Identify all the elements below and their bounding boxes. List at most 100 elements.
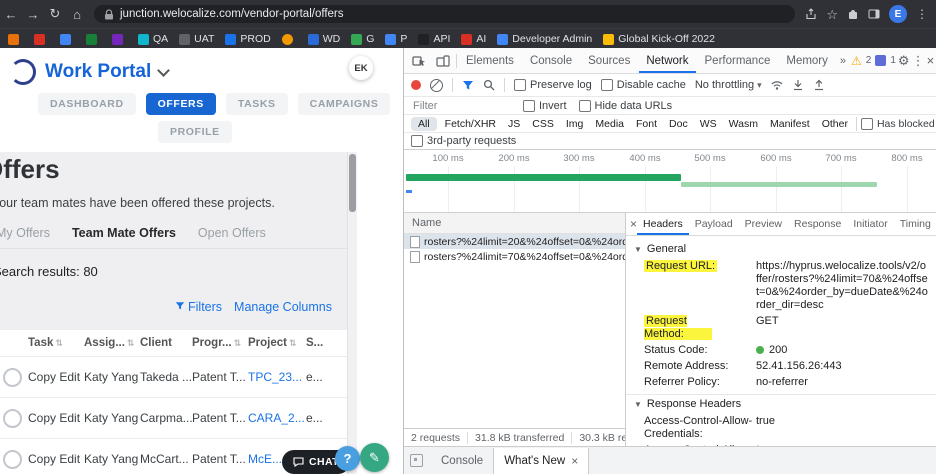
network-conditions-icon[interactable] xyxy=(771,79,783,91)
close-details-icon[interactable]: × xyxy=(630,217,637,231)
filter-chip[interactable]: Img xyxy=(562,117,588,131)
bookmark-item-wd[interactable]: WD xyxy=(307,33,340,45)
more-tabs-icon[interactable]: » xyxy=(837,55,849,67)
share-icon[interactable] xyxy=(805,8,817,20)
devtools-menu-icon[interactable]: ⋮ xyxy=(912,53,925,69)
bookmark-item[interactable] xyxy=(86,33,101,45)
tab-team-mate-offers[interactable]: Team Mate Offers xyxy=(72,222,176,248)
filter-chip[interactable]: WS xyxy=(696,117,721,131)
filter-chip[interactable]: Fetch/XHR xyxy=(441,117,500,131)
checkbox[interactable] xyxy=(514,79,526,91)
filter-chip-all[interactable]: All xyxy=(411,116,437,131)
checkbox[interactable] xyxy=(860,117,873,130)
inspect-element-icon[interactable] xyxy=(408,54,430,67)
bookmark-item[interactable] xyxy=(112,33,127,45)
forward-icon[interactable]: → xyxy=(22,7,44,22)
tab-open-offers[interactable]: Open Offers xyxy=(198,222,266,248)
issues-icon[interactable] xyxy=(875,55,887,66)
bookmark-item-uat[interactable]: UAT xyxy=(179,33,214,45)
filter-chip[interactable]: Media xyxy=(591,117,628,131)
bookmark-item-g[interactable]: G xyxy=(351,33,374,45)
help-button[interactable]: ? xyxy=(335,446,360,471)
compose-button[interactable]: ✎ xyxy=(360,443,389,472)
clear-icon[interactable] xyxy=(430,78,443,92)
scrollbar-thumb[interactable] xyxy=(349,154,356,212)
project-link[interactable]: CARA_2... xyxy=(248,411,306,425)
filter-chip[interactable]: Doc xyxy=(665,117,692,131)
tab-response[interactable]: Response xyxy=(788,214,847,235)
sort-icon[interactable]: ⇅ xyxy=(127,338,135,348)
side-panel-icon[interactable] xyxy=(868,8,880,20)
close-tab-icon[interactable]: × xyxy=(571,448,578,474)
import-har-icon[interactable] xyxy=(792,79,804,91)
tab-performance[interactable]: Performance xyxy=(698,49,778,73)
table-row[interactable]: Copy Edit Katy Yang Carpma... Patent T..… xyxy=(0,398,347,439)
filter-chip[interactable]: Other xyxy=(818,117,852,131)
profile-avatar[interactable]: E xyxy=(889,5,907,23)
tab-console[interactable]: Console xyxy=(523,49,579,73)
warning-icon[interactable]: ⚠ xyxy=(851,54,862,68)
tab-network[interactable]: Network xyxy=(639,49,695,73)
project-link[interactable]: TPC_23... xyxy=(248,370,306,384)
chevron-down-icon[interactable] xyxy=(157,63,171,77)
filter-chip[interactable]: JS xyxy=(504,117,524,131)
col-status[interactable]: S... xyxy=(306,337,347,349)
extensions-icon[interactable] xyxy=(847,8,859,20)
bookmark-item-global-kickoff[interactable]: Global Kick-Off 2022 xyxy=(603,33,715,45)
url-bar[interactable]: junction.welocalize.com/vendor-portal/of… xyxy=(94,5,796,23)
tab-initiator[interactable]: Initiator xyxy=(847,214,893,235)
filter-chip[interactable]: Font xyxy=(632,117,661,131)
nav-profile[interactable]: PROFILE xyxy=(158,121,232,143)
tab-my-offers[interactable]: My Offers xyxy=(0,222,50,248)
user-avatar[interactable]: EK xyxy=(349,56,373,80)
throttling-dropdown[interactable]: No throttling ▾ xyxy=(695,79,762,91)
nav-campaigns[interactable]: CAMPAIGNS xyxy=(297,93,391,115)
devtools-close-icon[interactable]: × xyxy=(927,53,935,68)
bookmark-item[interactable] xyxy=(60,33,75,45)
drawer-icon[interactable] xyxy=(410,454,423,467)
hide-data-urls-checkbox[interactable]: Hide data URLs xyxy=(578,99,672,112)
sort-icon[interactable]: ⇅ xyxy=(289,338,297,348)
record-button[interactable] xyxy=(411,80,421,90)
filter-icon[interactable] xyxy=(462,80,474,91)
has-blocked-cookies-checkbox[interactable]: Has blocked cookies xyxy=(860,117,936,130)
page-scrollbar[interactable] xyxy=(347,152,357,474)
sort-icon[interactable]: ⇅ xyxy=(234,338,242,348)
filter-chip[interactable]: Manifest xyxy=(766,117,814,131)
sort-icon[interactable]: ⇅ xyxy=(55,338,63,348)
manage-columns-button[interactable]: Manage Columns xyxy=(234,300,332,314)
response-headers-section-header[interactable]: ▼ Response Headers xyxy=(626,394,936,413)
col-project[interactable]: Project ⇅ xyxy=(248,337,306,349)
tab-payload[interactable]: Payload xyxy=(689,214,739,235)
name-column-header[interactable]: Name xyxy=(404,213,625,234)
bookmark-star-icon[interactable]: ☆ xyxy=(826,8,838,21)
tab-sources[interactable]: Sources xyxy=(581,49,637,73)
checkbox[interactable] xyxy=(411,135,423,147)
col-client[interactable]: Client xyxy=(140,337,192,349)
drawer-tab-whats-new[interactable]: What's New × xyxy=(493,447,590,474)
nav-tasks[interactable]: TASKS xyxy=(225,93,288,115)
tab-elements[interactable]: Elements xyxy=(459,49,521,73)
drawer-tab-console[interactable]: Console xyxy=(431,448,493,474)
nav-dashboard[interactable]: DASHBOARD xyxy=(38,93,136,115)
tab-timing[interactable]: Timing xyxy=(894,214,936,235)
checkbox[interactable] xyxy=(578,99,591,112)
export-har-icon[interactable] xyxy=(813,79,825,91)
checkbox[interactable] xyxy=(523,99,535,112)
filter-chip[interactable]: CSS xyxy=(528,117,558,131)
col-assignee[interactable]: Assig... ⇅ xyxy=(84,337,140,349)
bookmark-item[interactable] xyxy=(281,33,297,45)
disable-cache-checkbox[interactable]: Disable cache xyxy=(600,79,686,91)
table-row[interactable]: Copy Edit Katy Yang Takeda ... Patent T.… xyxy=(0,357,347,398)
filter-chip[interactable]: Wasm xyxy=(725,117,762,131)
settings-gear-icon[interactable]: ⚙ xyxy=(898,53,910,69)
row-checkbox[interactable] xyxy=(3,449,22,469)
bookmark-item-qa[interactable]: QA xyxy=(138,33,168,45)
reload-icon[interactable]: ↻ xyxy=(44,6,66,22)
col-task[interactable]: Task ⇅ xyxy=(28,337,84,349)
general-section-header[interactable]: ▼ General xyxy=(626,240,936,258)
col-program[interactable]: Progr... ⇅ xyxy=(192,337,248,349)
network-overview-timeline[interactable]: 100 ms 200 ms 300 ms 400 ms 500 ms 600 m… xyxy=(404,150,936,213)
bookmark-item-ai[interactable]: AI xyxy=(461,33,486,45)
row-checkbox[interactable] xyxy=(3,367,22,387)
